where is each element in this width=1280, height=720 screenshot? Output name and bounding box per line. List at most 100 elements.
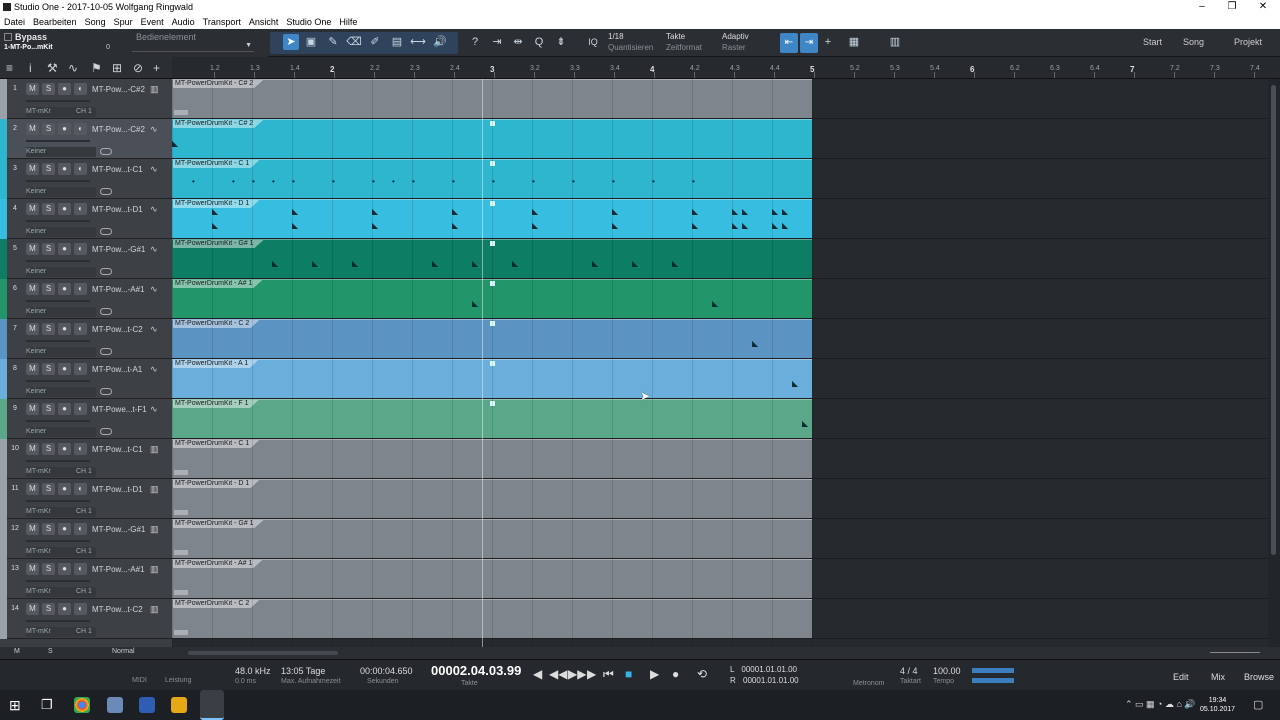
menu-item-ansicht[interactable]: Ansicht [249,17,279,27]
track-color[interactable] [0,159,7,199]
clip-marker[interactable] [490,161,495,166]
record-arm-button[interactable]: ● [58,243,71,255]
event-clip[interactable]: MT-PowerDrumKit - G# 1 [172,519,812,558]
event-clip[interactable]: MT-PowerDrumKit - F 1 ◣ [172,399,812,438]
track-header[interactable]: 9 M S ● ◐ MT-Powe...t-F1 ∿ Keiner [0,399,172,439]
record-arm-button[interactable]: ● [58,363,71,375]
menu-item-hilfe[interactable]: Hilfe [339,17,357,27]
track-header[interactable]: 12 M S ● ◐ MT-Pow...-G#1 ▥ MT-mKr CH 1 [0,519,172,559]
solo-button[interactable]: S [42,603,55,615]
split-at-icon[interactable]: ⇟ [553,34,569,50]
marker-icon[interactable]: ⚑ [91,61,102,75]
track-header[interactable]: 14 M S ● ◐ MT-Pow...t-C2 ▥ MT-mKr CH 1 [0,599,172,639]
volume-fader[interactable] [26,580,90,582]
tool-icon[interactable]: ⚒ [47,61,58,75]
mute-button[interactable]: M [26,363,39,375]
bend-tool-icon[interactable]: ⟷ [410,34,426,50]
mute-button[interactable]: M [26,523,39,535]
track-name[interactable]: MT-Pow...t-C2 [92,605,143,614]
event-clip[interactable]: MT-PowerDrumKit - C 2 ◣ [172,319,812,358]
track-header[interactable]: 7 M S ● ◐ MT-Pow...t-C2 ∿ Keiner [0,319,172,359]
stop-icon[interactable]: ■ [625,667,632,681]
midi-channel[interactable]: CH 1 [76,588,92,595]
start-button[interactable]: Start [1143,37,1162,47]
monitor-button[interactable]: ◐ [74,363,87,375]
toggle-icon[interactable] [100,348,112,355]
menu-item-spur[interactable]: Spur [114,17,133,27]
paint-tool-icon[interactable]: ✐ [367,34,383,50]
solo-button[interactable]: S [42,523,55,535]
track-header[interactable]: 8 M S ● ◐ MT-Pow...t-A1 ∿ Keiner [0,359,172,399]
event-clip[interactable]: MT-PowerDrumKit - D 1 [172,479,812,518]
track-header[interactable]: 3 M S ● ◐ MT-Pow...t-C1 ∿ Keiner [0,159,172,199]
monitor-button[interactable]: ◐ [74,163,87,175]
monitor-button[interactable]: ◐ [74,523,87,535]
track-header[interactable]: 2 M S ● ◐ MT-Pow...-C#2 ∿ Keiner [0,119,172,159]
play-icon[interactable]: ▶ [650,667,659,681]
event-clip[interactable]: MT-PowerDrumKit - C# 2 ◣ [172,119,812,158]
record-arm-button[interactable]: ● [58,523,71,535]
track-header[interactable]: 1 M S ● ◐ MT-Pow...-C#2 ▥ MT-mKr CH 1 [0,79,172,119]
track-lane[interactable]: MT-PowerDrumKit - A# 1 ◣ ◣ [172,279,1280,319]
track-color[interactable] [0,599,7,639]
arrange-view[interactable]: MT-PowerDrumKit - C# 2 MT-PowerDrumKit - … [172,79,1280,647]
monitor-button[interactable]: ◐ [74,563,87,575]
snap-playhead-icon[interactable]: + [820,34,836,50]
bypass-toggle[interactable]: Bypass [4,32,47,42]
record-arm-button[interactable]: ● [58,483,71,495]
vertical-scrollbar[interactable] [1268,79,1280,647]
app2-icon[interactable] [139,697,155,713]
volume-fader[interactable] [26,460,90,462]
loop-left[interactable]: L 00001.01.01.00 [730,665,797,674]
track-color[interactable] [0,279,7,319]
next-icon[interactable]: ▶ [587,667,596,681]
mute-button[interactable]: M [26,603,39,615]
task-view-icon[interactable]: ❐ [41,697,53,713]
track-color[interactable] [0,559,7,599]
track-header[interactable]: 10 M S ● ◐ MT-Pow...t-C1 ▥ MT-mKr CH 1 [0,439,172,479]
zoom-slider[interactable] [1210,652,1260,653]
monitor-button[interactable]: ◐ [74,483,87,495]
range-tool-icon[interactable]: ▣ [303,34,319,50]
mute-tool-icon[interactable]: ▤ [389,34,405,50]
track-name[interactable]: MT-Pow...-C#2 [92,125,145,134]
clock[interactable]: 19:34 05.10.2017 [1200,696,1235,714]
volume-fader[interactable] [26,140,90,142]
playhead-cursor[interactable] [482,79,483,647]
toggle-icon[interactable] [100,388,112,395]
toggle-icon[interactable] [100,268,112,275]
mute-button[interactable]: M [26,443,39,455]
group-icon[interactable]: ⊞ [112,61,122,75]
volume-fader[interactable] [26,340,90,342]
track-name[interactable]: MT-Pow...-G#1 [92,525,145,534]
toggle-icon[interactable] [100,428,112,435]
snap-icon[interactable]: ⇤ [780,33,798,53]
clip-marker[interactable] [490,361,495,366]
record-arm-button[interactable]: ● [58,203,71,215]
track-header[interactable]: 6 M S ● ◐ MT-Pow...-A#1 ∿ Keiner [0,279,172,319]
view-icon[interactable]: ▥ [887,34,903,50]
track-lane[interactable]: MT-PowerDrumKit - C# 2 ◣ [172,119,1280,159]
track-lane[interactable]: MT-PowerDrumKit - C 1 [172,439,1280,479]
toggle-icon[interactable] [100,228,112,235]
volume-fader[interactable] [26,180,90,182]
chrome-icon[interactable] [74,697,90,713]
monitor-button[interactable]: ◐ [74,603,87,615]
mix-button[interactable]: Mix [1211,672,1225,682]
volume-fader[interactable] [26,620,90,622]
event-clip[interactable]: MT-PowerDrumKit - C 1 [172,439,812,478]
track-name[interactable]: MT-Pow...-A#1 [92,565,144,574]
solo-button[interactable]: S [42,363,55,375]
mute-button[interactable]: M [26,323,39,335]
automation-icon[interactable]: ∿ [68,61,78,75]
solo-button[interactable]: S [42,323,55,335]
midi-channel[interactable]: CH 1 [76,548,92,555]
solo-button[interactable]: S [42,483,55,495]
record-arm-button[interactable]: ● [58,403,71,415]
track-lane[interactable]: MT-PowerDrumKit - D 1 ◣ ◣ ◣ ◣ ◣ ◣ ◣ ◣ ◣ ◣ ◣ ◣ ◣ ◣ ◣ ◣ ◣ ◣ ◣… [172,199,1280,239]
menu-item-studio-one[interactable]: Studio One [286,17,331,27]
to-start-icon[interactable]: ⏮ [603,667,614,682]
monitor-button[interactable]: ◐ [74,403,87,415]
monitor-button[interactable]: ◐ [74,243,87,255]
solo-button[interactable]: S [42,283,55,295]
